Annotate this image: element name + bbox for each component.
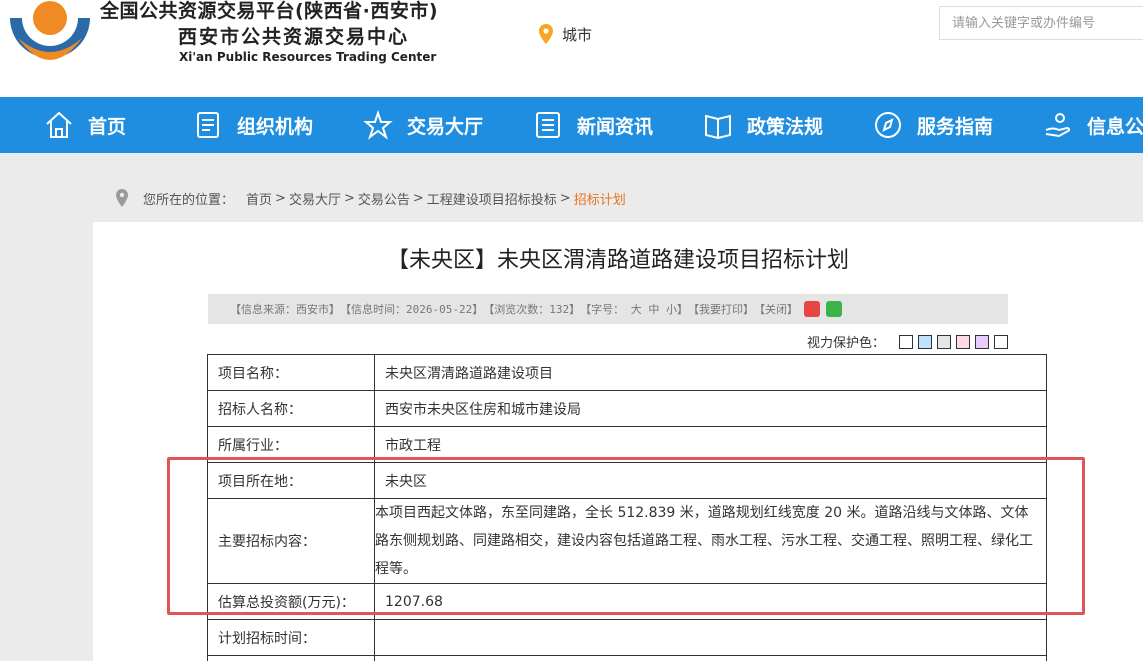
color-swatch-blue[interactable] <box>918 334 933 349</box>
location-pin-icon <box>116 189 128 207</box>
field-label: 主要招标内容： <box>207 498 375 584</box>
logo-icon[interactable] <box>4 0 96 70</box>
vision-label: 视力保护色： <box>807 336 886 351</box>
weibo-share-icon[interactable] <box>803 301 820 317</box>
field-label: 所属行业： <box>207 426 375 463</box>
close-link[interactable]: 【关闭】 <box>754 301 798 317</box>
field-label <box>207 655 375 661</box>
breadcrumb-separator: > <box>412 190 424 206</box>
article-panel: 【未央区】未央区渭清路道路建设项目招标计划 【信息来源：西安市】 【信息时间：2… <box>93 222 1143 661</box>
color-swatch-pink[interactable] <box>956 334 971 349</box>
table-row: 主要招标内容： 本项目西起文体路，东至同建路，全长 512.839 米，道路规划… <box>207 498 1047 584</box>
hand-icon <box>1045 113 1071 138</box>
field-value: 本项目西起文体路，东至同建路，全长 512.839 米，道路规划红线宽度 20 … <box>374 498 1047 584</box>
nav-label: 新闻资讯 <box>577 115 654 138</box>
site-header: 全国公共资源交易平台(陕西省·西安市) 西安市公共资源交易中心 Xi'an Pu… <box>0 0 1143 97</box>
field-label: 项目名称： <box>207 354 375 391</box>
field-value: 1207.68 <box>374 583 1047 620</box>
breadcrumb-item-home[interactable]: 首页 <box>246 189 272 208</box>
field-value <box>374 619 1047 656</box>
breadcrumb-prefix: 您所在的位置： <box>143 192 235 208</box>
field-label: 计划招标时间： <box>207 619 375 656</box>
breadcrumb-separator: > <box>343 190 355 206</box>
nav-label: 服务指南 <box>917 115 994 138</box>
color-swatch-default[interactable] <box>994 334 1009 349</box>
breadcrumb-item-announcements[interactable]: 交易公告 <box>358 189 410 208</box>
table-row: 项目名称： 未央区渭清路道路建设项目 <box>207 354 1047 391</box>
city-label: 城市 <box>562 25 593 44</box>
field-value <box>374 655 1047 661</box>
nav-item-home[interactable]: 首页 <box>44 97 126 153</box>
color-swatch-gray[interactable] <box>937 334 952 349</box>
project-info-table: 项目名称： 未央区渭清路道路建设项目 招标人名称： 西安市未央区住房和城市建设局… <box>207 354 1047 661</box>
table-row: 所属行业： 市政工程 <box>207 426 1047 463</box>
nav-item-policy[interactable]: 政策法规 <box>703 97 823 153</box>
nav-item-service-guide[interactable]: 服务指南 <box>873 97 993 153</box>
nav-label: 首页 <box>88 115 127 138</box>
main-nav: 首页 组织机构 交易大厅 新闻资讯 政策法规 服务指南 信息公开 <box>0 97 1143 153</box>
field-value: 西安市未央区住房和城市建设局 <box>374 390 1047 427</box>
nav-item-organization[interactable]: 组织机构 <box>193 97 313 153</box>
wechat-share-icon[interactable] <box>825 301 842 317</box>
nav-label: 政策法规 <box>747 115 824 138</box>
compass-icon <box>875 112 901 138</box>
home-icon <box>46 111 72 138</box>
nav-label: 组织机构 <box>237 115 314 138</box>
field-label: 估算总投资额(万元)： <box>207 583 375 620</box>
table-row: 项目所在地： 未央区 <box>207 462 1047 499</box>
article-meta-bar: 【信息来源：西安市】 【信息时间：2026-05-22】 【浏览次数：132】 … <box>208 294 1008 324</box>
meta-views: 【浏览次数：132】 <box>483 303 581 316</box>
field-value: 未央区渭清路道路建设项目 <box>374 354 1047 391</box>
news-icon <box>536 112 560 138</box>
location-pin-icon <box>539 24 553 44</box>
table-row: 估算总投资额(万元)： 1207.68 <box>207 583 1047 620</box>
field-label: 招标人名称： <box>207 390 375 427</box>
hall-icon <box>363 110 393 140</box>
field-value: 未央区 <box>374 462 1047 499</box>
page-title: 【未央区】未央区渭清路道路建设项目招标计划 <box>386 248 849 273</box>
city-selector[interactable]: 城市 <box>538 23 592 45</box>
vision-protect-colors: 视力保护色： <box>807 332 1009 351</box>
meta-source: 【信息来源：西安市】 <box>230 303 340 316</box>
breadcrumb-item-trading-hall[interactable]: 交易大厅 <box>289 189 341 208</box>
nav-item-news[interactable]: 新闻资讯 <box>533 97 653 153</box>
color-swatch-purple[interactable] <box>975 334 990 349</box>
site-title: 全国公共资源交易平台(陕西省·西安市) <box>100 0 439 22</box>
nav-label: 信息公开 <box>1087 115 1143 138</box>
breadcrumb: 您所在的位置： 首页 > 交易大厅 > 交易公告 > 工程建设项目招标投标 > … <box>115 188 626 208</box>
table-row <box>207 655 1047 661</box>
field-label: 项目所在地： <box>207 462 375 499</box>
table-row: 计划招标时间： <box>207 619 1047 656</box>
font-size-control[interactable]: 【字号： 大 中 小】 <box>580 301 688 317</box>
breadcrumb-item-bidding[interactable]: 工程建设项目招标投标 <box>427 189 557 208</box>
nav-item-trading-hall[interactable]: 交易大厅 <box>363 97 483 153</box>
breadcrumb-current: 招标计划 <box>573 192 626 208</box>
table-row: 招标人名称： 西安市未央区住房和城市建设局 <box>207 390 1047 427</box>
print-link[interactable]: 【我要打印】 <box>688 301 754 317</box>
breadcrumb-separator: > <box>559 190 571 206</box>
nav-item-info-disclosure[interactable]: 信息公开 <box>1043 97 1143 153</box>
field-value: 市政工程 <box>374 426 1047 463</box>
meta-time: 【信息时间：2026-05-22】 <box>340 303 484 316</box>
site-english-name: Xi'an Public Resources Trading Center <box>179 50 437 64</box>
site-subtitle: 西安市公共资源交易中心 <box>178 26 410 48</box>
nav-label: 交易大厅 <box>407 115 484 138</box>
document-icon <box>197 112 219 138</box>
book-icon <box>705 114 731 140</box>
breadcrumb-separator: > <box>275 190 286 206</box>
color-swatch-white[interactable] <box>899 334 914 349</box>
search-input[interactable] <box>939 6 1143 40</box>
